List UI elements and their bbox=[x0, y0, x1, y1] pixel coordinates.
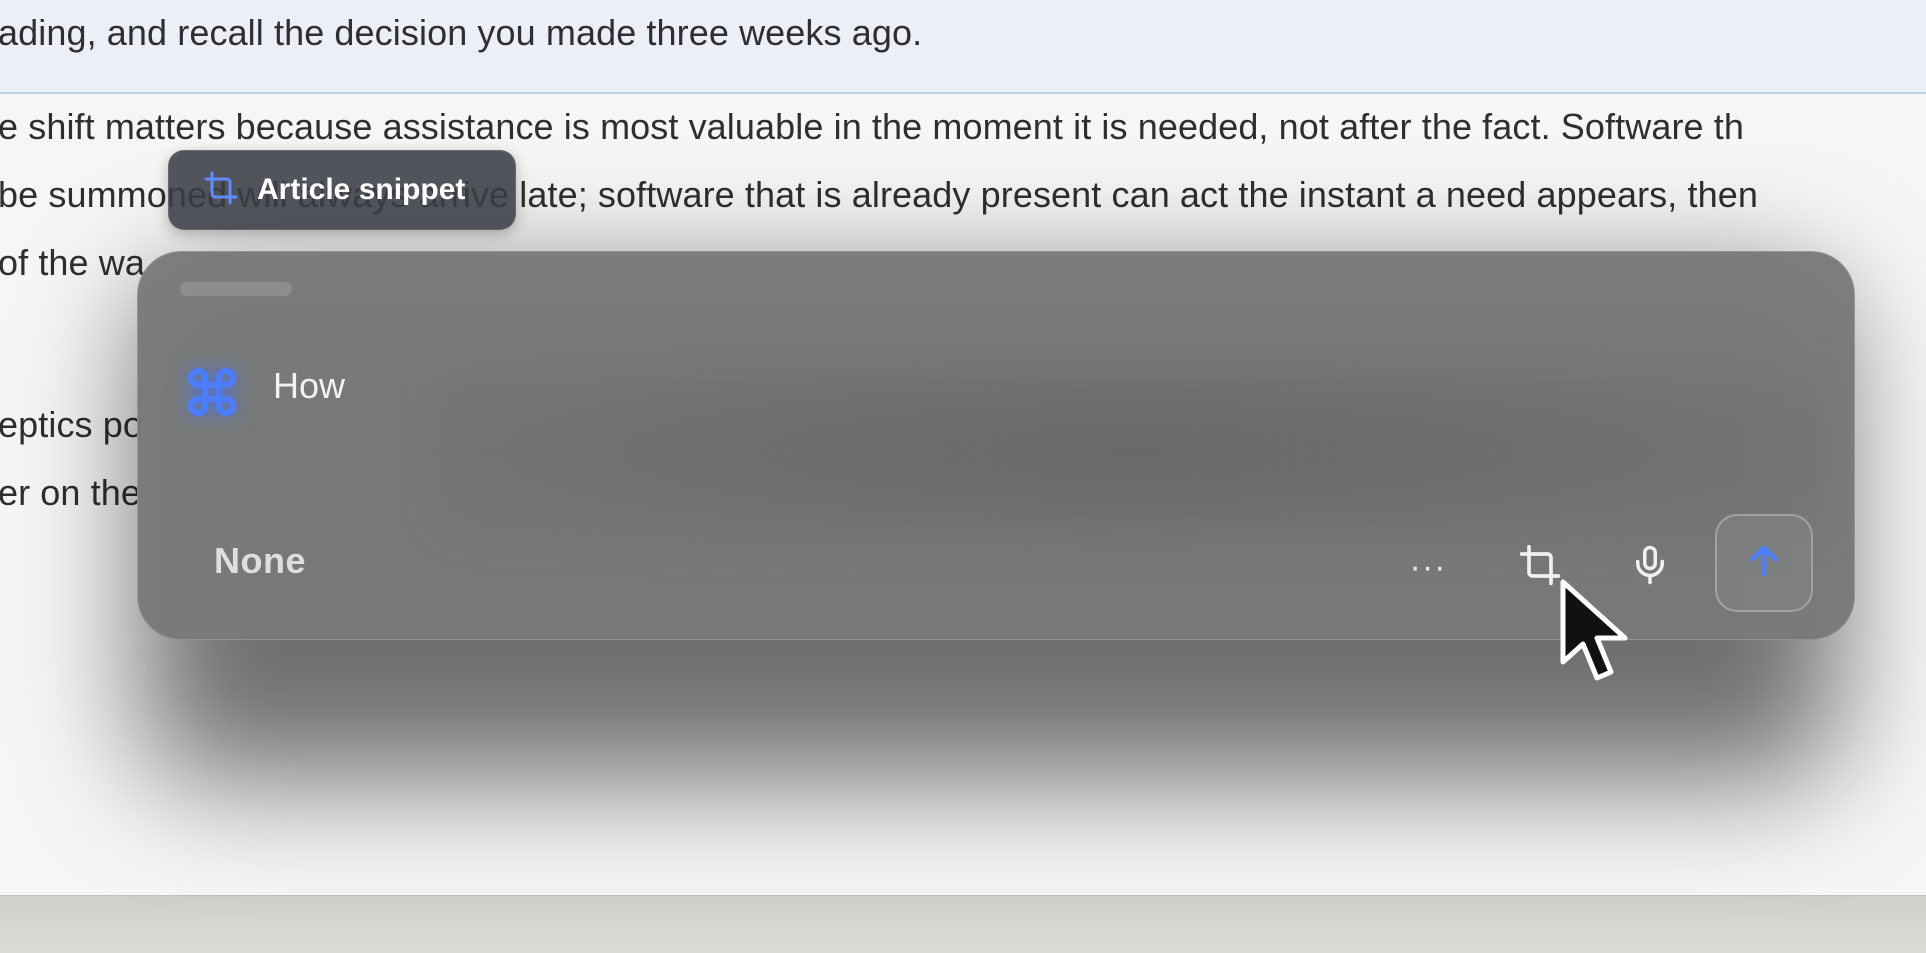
more-button[interactable]: ··· bbox=[1388, 527, 1468, 607]
document-line: ading, and recall the decision you made … bbox=[0, 12, 923, 53]
drag-handle[interactable] bbox=[180, 282, 292, 296]
model-selector[interactable]: None bbox=[214, 540, 306, 582]
blurred-background bbox=[438, 362, 1838, 542]
mouse-cursor-icon bbox=[1557, 578, 1647, 688]
bottom-bar bbox=[0, 895, 1926, 953]
query-input[interactable]: How bbox=[273, 365, 345, 407]
arrow-up-icon bbox=[1744, 541, 1784, 586]
crop-icon bbox=[203, 170, 239, 211]
document-line: of the wa bbox=[0, 242, 145, 283]
send-button[interactable] bbox=[1715, 514, 1813, 612]
document-line: er on the bbox=[0, 472, 142, 513]
chip-label: Article snippet bbox=[257, 173, 466, 206]
document-line: e shift matters because assistance is mo… bbox=[0, 106, 1744, 147]
crop-icon bbox=[1518, 543, 1562, 592]
document-line: eptics po bbox=[0, 404, 143, 445]
command-icon bbox=[184, 364, 240, 420]
context-chip[interactable]: Article snippet bbox=[168, 150, 516, 230]
